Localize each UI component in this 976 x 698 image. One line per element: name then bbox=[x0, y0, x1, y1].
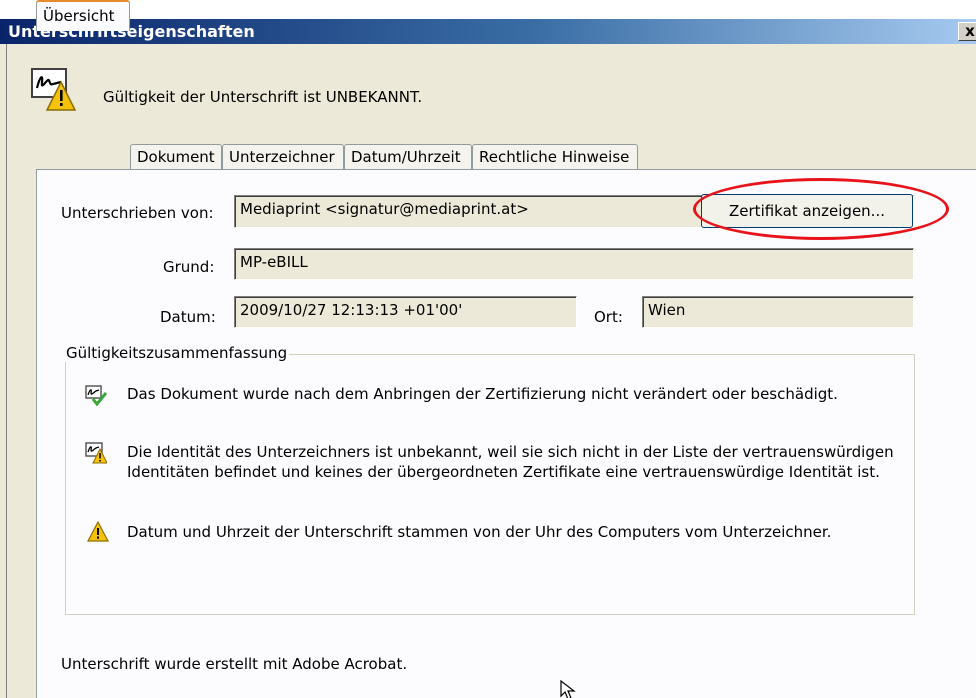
tab-date-time-label: Datum/Uhrzeit bbox=[351, 148, 461, 166]
signature-warning-large-icon bbox=[31, 68, 77, 111]
tab-overview-label: Übersicht bbox=[43, 7, 115, 25]
validity-message: Gültigkeit der Unterschrift ist UNBEKANN… bbox=[103, 88, 423, 106]
tab-document[interactable]: Dokument bbox=[130, 144, 222, 170]
signature-warning-icon bbox=[85, 442, 107, 464]
validity-item-identity-unknown-line1: Die Identität des Unterzeichners ist unb… bbox=[127, 443, 894, 461]
location-label: Ort: bbox=[594, 308, 623, 326]
validity-item-date-time-source: Datum und Uhrzeit der Unterschrift stamm… bbox=[127, 523, 832, 541]
tab-document-label: Dokument bbox=[137, 148, 215, 166]
tab-legal-notices-label: Rechtliche Hinweise bbox=[479, 148, 630, 166]
tab-overview[interactable]: Übersicht bbox=[36, 0, 130, 31]
reason-label: Grund: bbox=[163, 258, 215, 276]
reason-field: MP-eBILL bbox=[234, 248, 914, 280]
title-bar[interactable]: Unterschriftseigenschaften x bbox=[0, 19, 976, 44]
validity-summary-title: Gültigkeitszusammenfassung bbox=[64, 344, 290, 362]
validity-item-identity-unknown-line2: Identitäten befindet und keines der über… bbox=[127, 463, 880, 481]
signed-by-label: Unterschrieben von: bbox=[61, 204, 214, 222]
validity-item-document-unchanged: Das Dokument wurde nach dem Anbringen de… bbox=[127, 385, 838, 403]
window-frame-left bbox=[6, 44, 7, 698]
date-label: Datum: bbox=[160, 308, 216, 326]
close-icon[interactable]: x bbox=[965, 22, 975, 40]
location-field: Wien bbox=[642, 296, 914, 328]
tab-signer-label: Unterzeichner bbox=[229, 148, 335, 166]
tab-date-time[interactable]: Datum/Uhrzeit bbox=[344, 144, 472, 170]
warning-triangle-icon bbox=[87, 521, 109, 542]
highlight-ring bbox=[693, 178, 949, 240]
signature-properties-dialog: Unterschriftseigenschaften x Gültigkeit … bbox=[0, 0, 976, 698]
tab-legal-notices[interactable]: Rechtliche Hinweise bbox=[472, 144, 638, 170]
close-button[interactable]: x bbox=[958, 22, 976, 41]
tab-signer[interactable]: Unterzeichner bbox=[222, 144, 344, 170]
signature-check-icon bbox=[85, 385, 107, 406]
mouse-cursor-icon bbox=[560, 680, 576, 698]
created-with-text: Unterschrift wurde erstellt mit Adobe Ac… bbox=[61, 655, 408, 673]
date-field: 2009/10/27 12:13:13 +01'00' bbox=[234, 296, 577, 328]
